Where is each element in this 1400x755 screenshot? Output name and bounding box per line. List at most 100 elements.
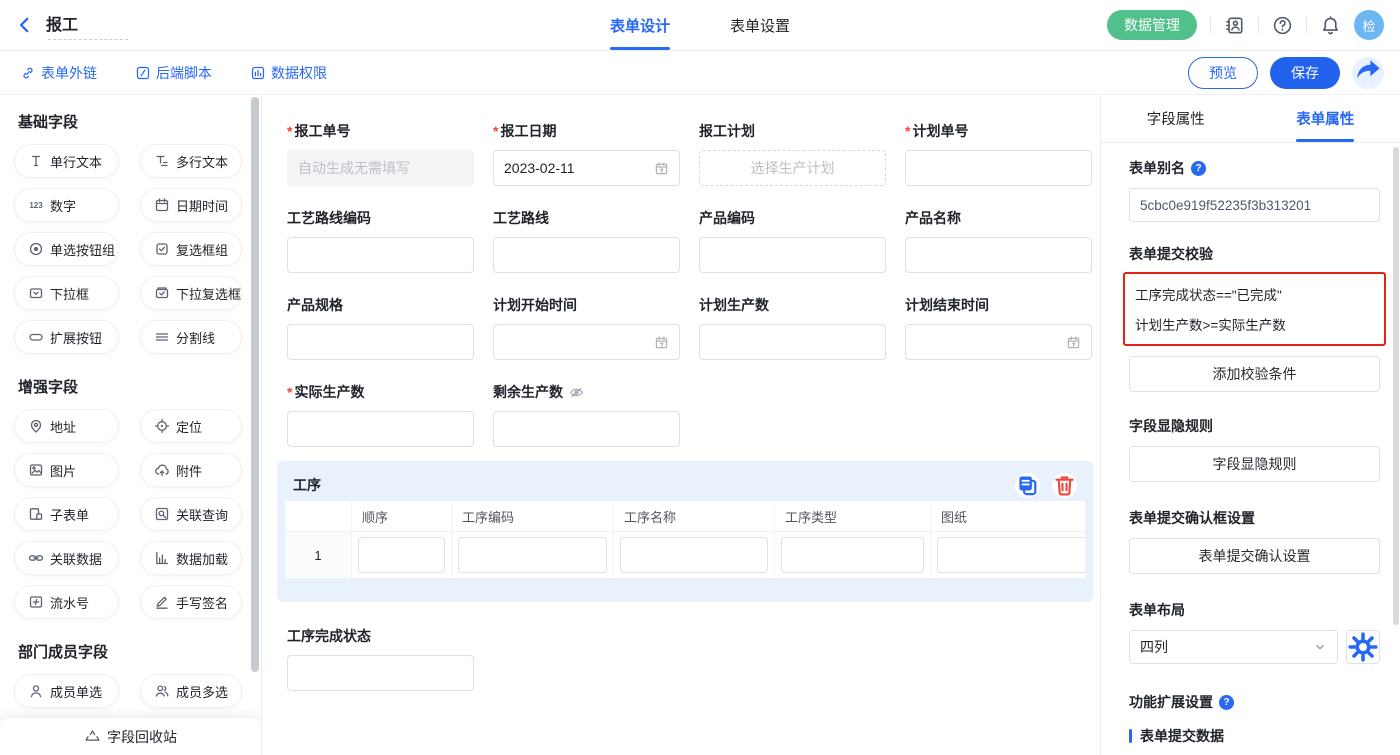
form-field[interactable]: 计划生产数 [699,295,886,360]
required-asterisk: * [287,384,292,400]
field-type-text[interactable]: 单行文本 [14,144,119,178]
field-input[interactable] [493,324,680,360]
share-button[interactable] [1352,57,1384,89]
form-field[interactable]: 产品规格 [287,295,474,360]
field-type-target[interactable]: 定位 [140,409,242,443]
help-badge-icon[interactable]: ? [1219,695,1234,710]
field-label: 产品规格 [287,295,474,315]
required-asterisk: * [493,123,498,139]
field-input[interactable] [493,237,680,273]
field-input[interactable] [699,237,886,273]
copy-button[interactable] [1015,473,1040,498]
field-visibility-button[interactable]: 字段显隐规则 [1129,446,1380,482]
field-type-cloud[interactable]: 附件 [140,453,242,487]
validation-rule[interactable]: 工序完成状态=="已完成" [1135,279,1374,309]
backend-script-button[interactable]: 后端脚本 [135,63,212,83]
form-designer-app: 报工 表单设计 表单设置 数据管理 检 表单外链 后端脚本 数据权限 预览 保存 [0,0,1400,755]
form-field[interactable]: 剩余生产数 [493,382,680,447]
field-input[interactable] [287,411,474,447]
form-field[interactable]: 产品编码 [699,208,886,273]
field-input[interactable] [699,324,886,360]
help-icon[interactable] [1272,15,1293,36]
subform-cell-input[interactable] [937,537,1085,573]
field-input[interactable] [287,324,474,360]
field-recycle-bin[interactable]: 字段回收站 [0,718,261,755]
tab-form-design[interactable]: 表单设计 [610,0,670,50]
field-type-select[interactable]: 下拉框 [14,276,119,310]
field-input[interactable] [287,655,474,691]
field-input[interactable]: 自动生成无需填写 [287,150,474,186]
form-field[interactable]: *报工单号自动生成无需填写 [287,121,474,186]
field-input[interactable] [287,237,474,273]
field-type-user[interactable]: 成员单选 [14,674,119,708]
field-type-radio[interactable]: 单选按钮组 [14,232,119,266]
add-validation-button[interactable]: 添加校验条件 [1129,356,1380,392]
validation-rule[interactable]: 计划生产数>=实际生产数 [1135,309,1374,339]
preview-button[interactable]: 预览 [1188,57,1258,89]
form-field[interactable]: 计划开始时间 [493,295,680,360]
field-type-button[interactable]: 扩展按钮 [14,320,119,354]
subform-cell-input[interactable] [458,537,607,573]
subform-title: 工序 [293,475,321,495]
form-field[interactable]: 工艺路线 [493,208,680,273]
form-field[interactable]: *实际生产数 [287,382,474,447]
avatar[interactable]: 检 [1354,10,1384,40]
field-type-textarea[interactable]: 多行文本 [140,144,242,178]
help-badge-icon[interactable]: ? [1191,161,1206,176]
field-type-divider[interactable]: 分割线 [140,320,242,354]
field-type-serial[interactable]: 流水号 [14,585,119,619]
tab-form-properties[interactable]: 表单属性 [1251,95,1400,142]
field-type-subform[interactable]: 子表单 [14,497,119,531]
field-input[interactable] [905,324,1092,360]
save-button[interactable]: 保存 [1270,57,1340,89]
subform-section[interactable]: 工序 顺序工序编码工序名称工序类型图纸 1 [277,461,1093,602]
form-alias-input[interactable]: 5cbc0e919f52235f3b313201 [1129,188,1380,222]
form-field[interactable]: 报工计划选择生产计划 [699,121,886,186]
field-input[interactable] [493,411,680,447]
form-field[interactable]: 计划结束时间 [905,295,1092,360]
submit-data-label: 表单提交数据 [1129,726,1380,746]
subform-cell-input[interactable] [620,537,768,573]
data-manage-button[interactable]: 数据管理 [1107,10,1197,40]
sidebar-scrollbar[interactable] [251,97,259,672]
field-type-chart[interactable]: 数据加载 [140,541,242,575]
form-field[interactable]: *报工日期2023-02-11 [493,121,680,186]
layout-gear-button[interactable] [1346,630,1380,664]
panel-scrollbar[interactable] [1393,147,1399,625]
form-layout-title: 表单布局 [1129,600,1380,620]
field-type-pin[interactable]: 地址 [14,409,119,443]
calendar-icon [654,161,669,176]
subform-cell-input[interactable] [781,537,924,573]
tab-form-settings[interactable]: 表单设置 [730,0,790,50]
field-input[interactable] [905,237,1092,273]
field-input[interactable] [905,150,1092,186]
field-type-checkbox[interactable]: 复选框组 [140,232,242,266]
submit-confirm-button[interactable]: 表单提交确认设置 [1129,538,1380,574]
data-permission-button[interactable]: 数据权限 [250,63,327,83]
tab-field-properties[interactable]: 字段属性 [1101,95,1251,142]
delete-button[interactable] [1052,473,1077,498]
contact-book-icon[interactable] [1224,15,1245,36]
layout-select[interactable]: 四列 [1129,630,1338,664]
field-input[interactable]: 2023-02-11 [493,150,680,186]
field-type-calendar[interactable]: 日期时间 [140,188,242,222]
sidebar-section-title: 增强字段 [18,376,247,397]
field-type-search-doc[interactable]: 关联查询 [140,497,242,531]
form-field[interactable]: 工艺路线编码 [287,208,474,273]
external-link-button[interactable]: 表单外链 [20,63,97,83]
form-field[interactable]: *计划单号 [905,121,1092,186]
notification-bell-icon[interactable] [1320,15,1341,36]
form-field[interactable]: 工序完成状态 [287,626,474,691]
field-type-pen[interactable]: 手写签名 [140,585,242,619]
back-icon[interactable] [16,14,38,36]
form-field[interactable]: 产品名称 [905,208,1092,273]
divider [1306,18,1307,33]
field-type-link2[interactable]: 关联数据 [14,541,119,575]
field-type-users[interactable]: 成员多选 [140,674,242,708]
field-type-multiselect[interactable]: 下拉复选框 [140,276,242,310]
page-title[interactable]: 报工 [46,11,128,35]
field-input[interactable]: 选择生产计划 [699,150,886,186]
field-type-image[interactable]: 图片 [14,453,119,487]
subform-cell-input[interactable] [358,537,445,573]
field-type-number[interactable]: 123数字 [14,188,119,222]
